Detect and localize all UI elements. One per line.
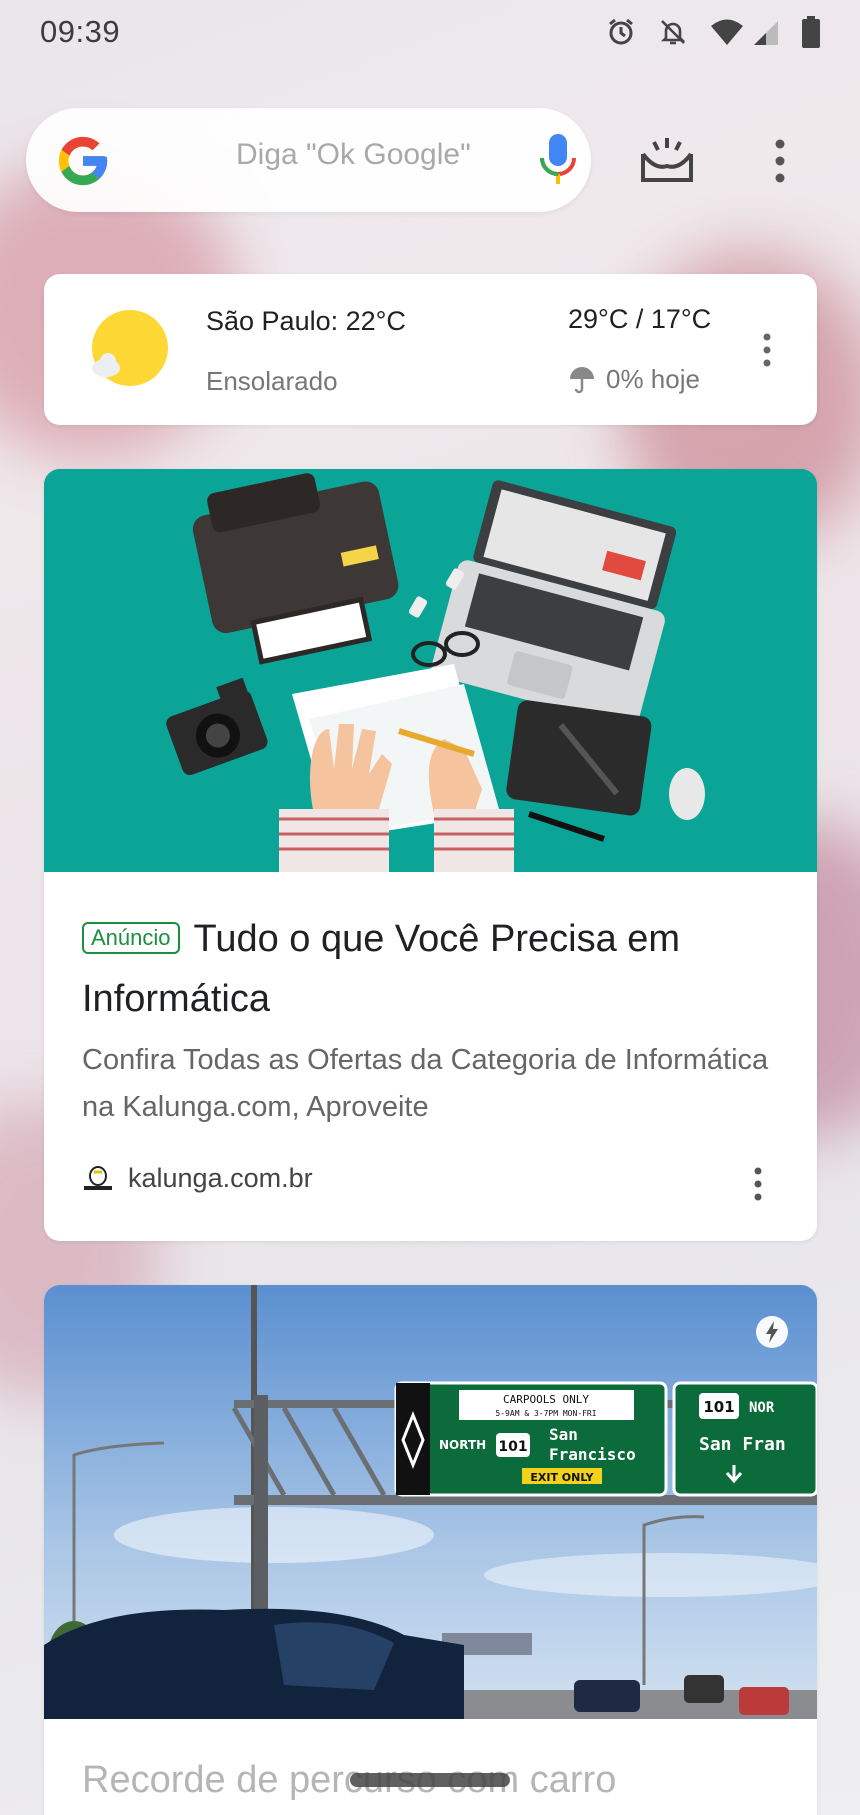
- sign2-city: San Fran: [699, 1434, 786, 1455]
- amp-icon: [756, 1316, 788, 1348]
- home-gesture-bar[interactable]: [350, 1773, 510, 1787]
- weather-condition: Ensolarado: [206, 366, 338, 396]
- news-image: CARPOOLS ONLY 5-9AM & 3-7PM MON-FRI NORT…: [44, 1285, 817, 1719]
- weather-card-menu-icon[interactable]: [760, 332, 774, 368]
- ad-source: kalunga.com.br: [82, 1163, 313, 1194]
- ad-card[interactable]: Anúncio Tudo o que Você Precisa em Inform…: [44, 469, 817, 1241]
- drawing-tablet-illustration: [506, 700, 652, 816]
- search-bar[interactable]: Diga "Ok Google": [26, 108, 591, 212]
- weather-temp-range: 29°C / 17°C: [568, 304, 712, 334]
- sign-exit: EXIT ONLY: [530, 1471, 594, 1484]
- ad-image: [44, 469, 817, 872]
- status-bar: 09:39: [0, 0, 860, 64]
- signal-icon: [754, 21, 778, 45]
- precipitation: 0% hoje: [568, 364, 700, 395]
- ad-card-menu-icon[interactable]: [751, 1166, 765, 1202]
- updates-tray-icon[interactable]: [640, 136, 694, 184]
- kalunga-logo-icon: [84, 1165, 112, 1190]
- news-card[interactable]: CARPOOLS ONLY 5-9AM & 3-7PM MON-FRI NORT…: [44, 1285, 817, 1815]
- sign-route: 101: [498, 1439, 527, 1455]
- wifi-icon: [711, 19, 743, 45]
- search-placeholder: Diga "Ok Google": [236, 138, 471, 171]
- more-options-icon[interactable]: [770, 138, 790, 184]
- sunny-weather-icon: [92, 310, 168, 386]
- mic-icon[interactable]: [538, 132, 578, 190]
- status-icons: [606, 16, 820, 48]
- sign-hours: 5-9AM & 3-7PM MON-FRI: [495, 1409, 596, 1418]
- ad-description: Confira Todas as Ofertas da Categoria de…: [82, 1044, 769, 1123]
- battery-icon: [802, 16, 820, 48]
- status-time: 09:39: [40, 14, 121, 49]
- sign-carpools: CARPOOLS ONLY: [503, 1393, 589, 1406]
- umbrella-icon: [570, 366, 594, 393]
- ad-title[interactable]: Anúncio Tudo o que Você Precisa em Inform…: [82, 909, 782, 1029]
- ad-source-domain: kalunga.com.br: [128, 1163, 313, 1193]
- google-logo-icon: [58, 136, 108, 186]
- sign-city-1: San: [549, 1425, 578, 1444]
- highway-sign-main: CARPOOLS ONLY 5-9AM & 3-7PM MON-FRI NORT…: [394, 1381, 668, 1497]
- precipitation-text: 0% hoje: [606, 364, 700, 394]
- sign-direction: NORTH: [439, 1438, 486, 1452]
- sign2-route: 101: [703, 1398, 734, 1416]
- sign-city-2: Francisco: [549, 1445, 636, 1464]
- notifications-off-icon: [660, 20, 686, 45]
- weather-location-temp: São Paulo: 22°C: [206, 306, 406, 336]
- weather-card[interactable]: São Paulo: 22°C Ensolarado 29°C / 17°C 0…: [44, 274, 817, 425]
- highway-sign-secondary: 101 NOR San Fran: [672, 1381, 817, 1497]
- ad-badge: Anúncio: [82, 922, 180, 954]
- sign2-direction: NOR: [749, 1400, 775, 1416]
- alarm-icon: [609, 18, 633, 45]
